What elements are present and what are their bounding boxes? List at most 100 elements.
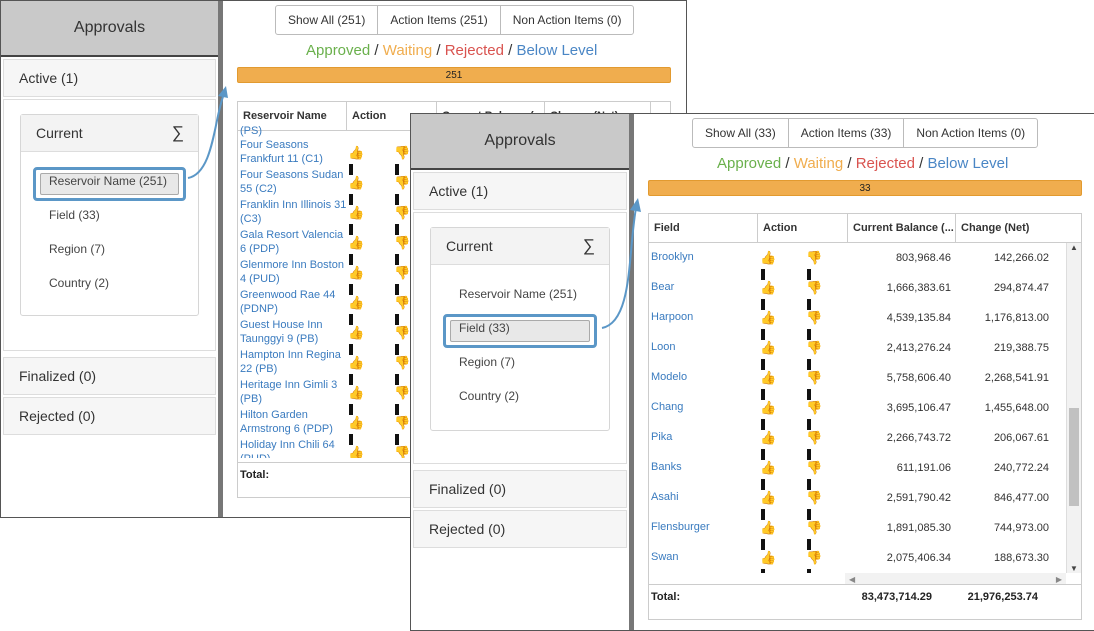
thumbs-up-icon[interactable]: 👍 — [348, 205, 364, 236]
accordion-active[interactable]: Active (1) — [413, 172, 627, 210]
reservoir-link[interactable]: Four Seasons Frankfurt 11 (C1) — [238, 138, 348, 168]
reservoir-link[interactable]: Gala Resort Valencia 6 (PDP) — [238, 228, 348, 258]
accordion-rejected[interactable]: Rejected (0) — [3, 397, 216, 435]
group-reservoir-name[interactable]: Reservoir Name (251) — [21, 164, 198, 201]
thumbs-down-icon[interactable]: 👎 — [806, 340, 822, 371]
thumbs-down-icon[interactable]: 👎 — [806, 250, 822, 281]
group-region[interactable]: Region (7) — [21, 232, 198, 266]
tab-show-all[interactable]: Show All (251) — [276, 6, 379, 34]
scroll-right-icon[interactable]: ▶ — [1056, 575, 1062, 584]
thumbs-up-icon[interactable]: 👍 — [348, 235, 364, 266]
thumbs-up-icon[interactable]: 👍 — [760, 550, 776, 573]
thumbs-down-icon[interactable]: 👎 — [806, 280, 822, 311]
col-change-net[interactable]: Change (Net) — [956, 214, 1067, 242]
thumbs-down-icon[interactable]: 👎 — [394, 385, 410, 416]
reservoir-link[interactable]: Greenwood Rae 44 (PDNP) — [238, 288, 348, 318]
scroll-left-icon[interactable]: ◀ — [849, 575, 855, 584]
thumbs-down-icon[interactable]: 👎 — [806, 430, 822, 461]
field-link[interactable]: Brooklyn — [649, 243, 752, 273]
thumbs-down-icon[interactable]: 👎 — [394, 265, 410, 296]
current-panel: Current ∑ Reservoir Name (251) Field (33… — [20, 114, 199, 316]
scroll-down-icon[interactable]: ▼ — [1067, 564, 1081, 573]
field-link[interactable]: Pika — [649, 423, 752, 453]
reservoir-link[interactable]: Heritage Inn Gimli 3 (PB) — [238, 378, 348, 408]
reservoir-link[interactable]: Hampton Inn Regina 22 (PB) — [238, 348, 348, 378]
tab-show-all[interactable]: Show All (33) — [693, 119, 789, 147]
scroll-thumb[interactable] — [1069, 408, 1079, 506]
thumbs-down-icon[interactable]: 👎 — [394, 445, 410, 458]
reservoir-link[interactable]: Glenmore Inn Boston 4 (PUD) — [238, 258, 348, 288]
thumbs-down-icon[interactable]: 👎 — [394, 295, 410, 326]
field-link[interactable]: Swan — [649, 543, 752, 573]
action-cell: 👍 👎 — [348, 318, 418, 356]
thumbs-down-icon[interactable]: 👎 — [394, 175, 410, 206]
thumbs-down-icon[interactable]: 👎 — [806, 460, 822, 491]
thumbs-down-icon[interactable]: 👎 — [806, 520, 822, 551]
col-field[interactable]: Field — [649, 214, 758, 242]
thumbs-up-icon[interactable]: 👍 — [348, 175, 364, 206]
thumbs-down-icon[interactable]: 👎 — [394, 415, 410, 446]
thumbs-up-icon[interactable]: 👍 — [348, 445, 364, 458]
reservoir-link[interactable]: Holiday Inn Chili 64 (PUD) — [238, 438, 348, 458]
accordion-finalized[interactable]: Finalized (0) — [3, 357, 216, 395]
thumbs-up-icon[interactable]: 👍 — [760, 340, 776, 371]
thumbs-up-icon[interactable]: 👍 — [348, 385, 364, 416]
thumbs-up-icon[interactable]: 👍 — [760, 310, 776, 341]
thumbs-up-icon[interactable]: 👍 — [348, 145, 364, 176]
group-reservoir-name[interactable]: Reservoir Name (251) — [431, 277, 609, 311]
group-country[interactable]: Country (2) — [21, 266, 198, 300]
thumbs-up-icon[interactable]: 👍 — [348, 295, 364, 326]
thumbs-down-icon[interactable]: 👎 — [806, 400, 822, 431]
field-link[interactable]: Bear — [649, 273, 752, 303]
accordion-finalized[interactable]: Finalized (0) — [413, 470, 627, 508]
thumbs-up-icon[interactable]: 👍 — [760, 520, 776, 551]
thumbs-down-icon[interactable]: 👎 — [806, 490, 822, 521]
thumbs-up-icon[interactable]: 👍 — [760, 370, 776, 401]
reservoir-link[interactable]: Four Seasons Sudan 55 (C2) — [238, 168, 348, 198]
thumbs-down-icon[interactable]: 👎 — [394, 235, 410, 266]
group-country[interactable]: Country (2) — [431, 379, 609, 413]
thumbs-down-icon[interactable]: 👎 — [394, 205, 410, 236]
field-link[interactable]: Flensburger — [649, 513, 752, 543]
field-link[interactable]: Asahi — [649, 483, 752, 513]
vertical-scrollbar[interactable]: ▲ ▼ — [1066, 243, 1081, 573]
tab-action-items[interactable]: Action Items (251) — [378, 6, 501, 34]
group-region[interactable]: Region (7) — [431, 345, 609, 379]
group-field[interactable]: Field (33) — [431, 311, 609, 348]
field-link[interactable]: Banks — [649, 453, 752, 483]
thumbs-down-icon[interactable]: 👎 — [394, 355, 410, 386]
thumbs-down-icon[interactable]: 👎 — [394, 325, 410, 356]
thumbs-up-icon[interactable]: 👍 — [760, 490, 776, 521]
accordion-rejected[interactable]: Rejected (0) — [413, 510, 627, 548]
tab-action-items[interactable]: Action Items (33) — [789, 119, 905, 147]
thumbs-down-icon[interactable]: 👎 — [806, 370, 822, 401]
thumbs-up-icon[interactable]: 👍 — [348, 355, 364, 386]
thumbs-down-icon[interactable]: 👎 — [806, 310, 822, 341]
col-action[interactable]: Action — [758, 214, 848, 242]
thumbs-down-icon[interactable]: 👎 — [394, 145, 410, 176]
reservoir-link[interactable]: Hilton Garden Armstrong 6 (PDP) — [238, 408, 348, 438]
thumbs-up-icon[interactable]: 👍 — [760, 280, 776, 311]
thumbs-up-icon[interactable]: 👍 — [760, 400, 776, 431]
reservoir-link[interactable]: Guest House Inn Taunggyi 9 (PB) — [238, 318, 348, 348]
thumbs-up-icon[interactable]: 👍 — [348, 265, 364, 296]
tab-non-action-items[interactable]: Non Action Items (0) — [501, 6, 634, 34]
col-current-balance[interactable]: Current Balance (... — [848, 214, 956, 242]
sigma-icon[interactable]: ∑ — [172, 123, 184, 143]
field-link[interactable]: Harpoon — [649, 303, 752, 333]
scroll-up-icon[interactable]: ▲ — [1067, 243, 1081, 252]
reservoir-link[interactable]: (PS) — [238, 124, 348, 138]
reservoir-link[interactable]: Franklin Inn Illinois 31 (C3) — [238, 198, 348, 228]
thumbs-down-icon[interactable]: 👎 — [806, 550, 822, 573]
field-link[interactable]: Modelo — [649, 363, 752, 393]
thumbs-up-icon[interactable]: 👍 — [760, 430, 776, 461]
group-field[interactable]: Field (33) — [21, 198, 198, 232]
thumbs-up-icon[interactable]: 👍 — [348, 415, 364, 446]
tab-non-action-items[interactable]: Non Action Items (0) — [904, 119, 1037, 147]
thumbs-up-icon[interactable]: 👍 — [760, 250, 776, 281]
field-link[interactable]: Loon — [649, 333, 752, 363]
field-link[interactable]: Chang — [649, 393, 752, 423]
thumbs-up-icon[interactable]: 👍 — [348, 325, 364, 356]
thumbs-up-icon[interactable]: 👍 — [760, 460, 776, 491]
sigma-icon[interactable]: ∑ — [583, 236, 595, 256]
